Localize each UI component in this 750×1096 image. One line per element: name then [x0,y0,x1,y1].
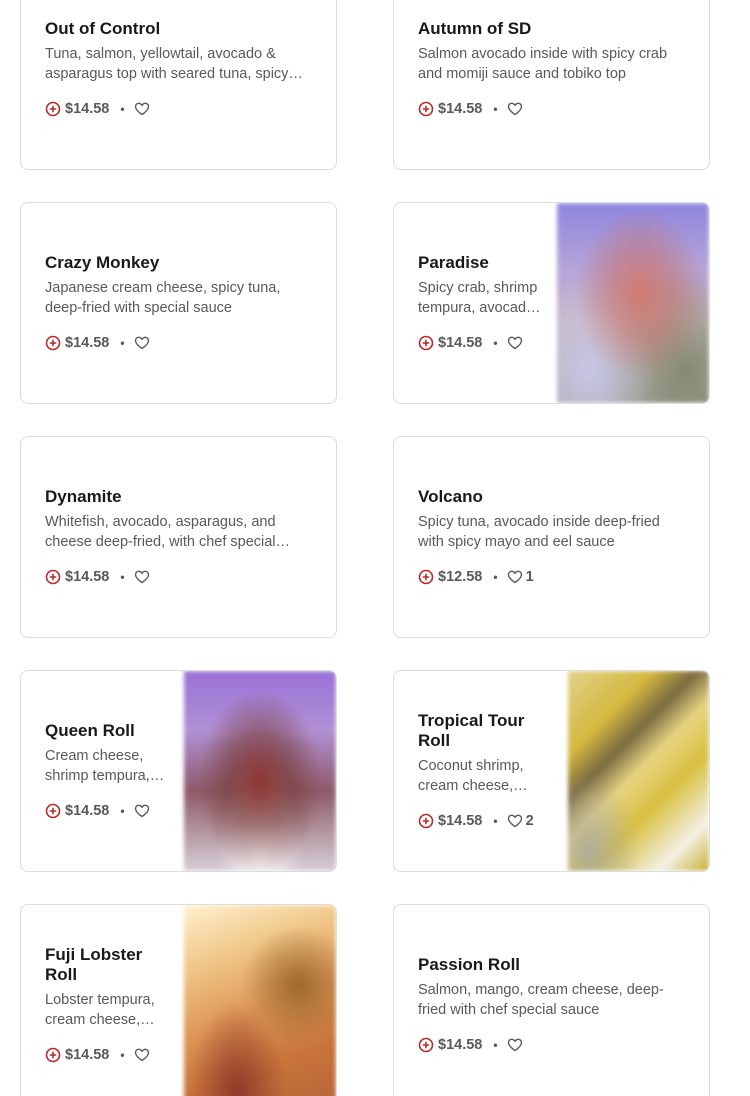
add-to-cart-icon[interactable] [418,335,434,351]
separator-dot: • [493,570,498,584]
menu-item-meta: $14.58 • [45,1045,170,1065]
menu-item-description: Coconut shrimp, cream cheese, mango on t… [418,758,524,794]
menu-item-price: $14.58 [65,335,110,351]
menu-item-price: $14.58 [438,335,483,351]
separator-dot: • [493,336,498,350]
like-heart-icon[interactable] [134,335,150,351]
menu-item-meta: $14.58 • [418,99,689,119]
menu-item-price: $14.58 [65,803,110,819]
separator-dot: • [120,804,125,818]
menu-item-meta: $14.58 • [45,99,316,119]
menu-item-name: Queen Roll [45,721,135,740]
add-to-cart-icon[interactable] [45,803,61,819]
add-to-cart-icon[interactable] [45,101,61,117]
menu-item-card-passion-roll[interactable]: Passion Roll Salmon, mango, cream cheese… [393,904,710,1096]
menu-item-info: Tropical Tour Roll Coconut shrimp, cream… [394,671,568,871]
menu-item-name: Fuji Lobster Roll [45,945,143,984]
add-to-cart-icon[interactable] [418,813,434,829]
menu-item-description: Spicy tuna, avocado inside deep-fried wi… [418,514,660,550]
like-heart-icon[interactable] [134,1047,150,1063]
separator-dot: • [120,102,125,116]
menu-item-card-out-of-control[interactable]: Out of Control Tuna, salmon, yellowtail,… [20,0,337,170]
menu-item-name: Tropical Tour Roll [418,711,525,750]
add-to-cart-icon[interactable] [418,1037,434,1053]
separator-dot: • [493,814,498,828]
menu-item-description: Salmon, mango, cream cheese, deep-fried … [418,982,664,1018]
menu-item-price: $14.58 [65,569,110,585]
menu-item-description: Spicy crab, shrimp tempura, avocado insi… [418,280,538,316]
menu-item-info: Queen Roll Cream cheese, shrimp tempura,… [21,671,184,871]
menu-item-name: Paradise [418,253,489,272]
menu-item-card-autumn-of-sd[interactable]: Autumn of SD Salmon avocado inside with … [393,0,710,170]
menu-item-name: Out of Control [45,19,161,38]
menu-item-name: Crazy Monkey [45,253,160,272]
menu-item-meta: $14.58 • [418,1035,689,1055]
menu-item-meta: $12.58 • 1 [418,567,689,587]
like-count: 1 [525,569,534,585]
menu-item-name: Dynamite [45,487,122,506]
menu-item-meta: $14.58 • 2 [418,811,554,831]
menu-item-info: Autumn of SD Salmon avocado inside with … [394,0,709,169]
menu-item-info: Dynamite Whitefish, avocado, asparagus, … [21,437,336,637]
tropical-tour-roll-photo [568,671,709,871]
menu-item-name: Autumn of SD [418,19,532,38]
add-to-cart-icon[interactable] [45,1047,61,1063]
menu-item-info: Passion Roll Salmon, mango, cream cheese… [394,905,709,1096]
menu-item-price: $12.58 [438,569,483,585]
menu-item-price: $14.58 [438,1037,483,1053]
separator-dot: • [493,1038,498,1052]
like-heart-icon[interactable] [134,803,150,819]
like-heart-icon[interactable] [507,813,523,829]
separator-dot: • [120,336,125,350]
menu-item-info: Paradise Spicy crab, shrimp tempura, avo… [394,203,557,403]
menu-item-price: $14.58 [65,101,110,117]
like-heart-icon[interactable] [134,101,150,117]
menu-item-description: Salmon avocado inside with spicy crab an… [418,46,668,82]
menu-item-meta: $14.58 • [45,567,316,587]
menu-item-card-dynamite[interactable]: Dynamite Whitefish, avocado, asparagus, … [20,436,337,638]
menu-item-card-fuji-lobster-roll[interactable]: Fuji Lobster Roll Lobster tempura, cream… [20,904,337,1096]
like-heart-icon[interactable] [134,569,150,585]
menu-item-description: Lobster tempura, cream cheese, avocado i… [45,992,155,1028]
menu-item-description: Japanese cream cheese, spicy tuna, deep-… [45,280,281,316]
menu-item-price: $14.58 [65,1047,110,1063]
menu-item-price: $14.58 [438,101,483,117]
add-to-cart-icon[interactable] [45,569,61,585]
menu-item-card-queen-roll[interactable]: Queen Roll Cream cheese, shrimp tempura,… [20,670,337,872]
add-to-cart-icon[interactable] [418,101,434,117]
separator-dot: • [120,1048,125,1062]
menu-item-card-volcano[interactable]: Volcano Spicy tuna, avocado inside deep-… [393,436,710,638]
menu-item-meta: $14.58 • [45,801,170,821]
menu-item-description: Tuna, salmon, yellowtail, avocado & aspa… [45,46,289,82]
menu-items-grid: Out of Control Tuna, salmon, yellowtail,… [0,0,750,1096]
separator-dot: • [493,102,498,116]
queen-roll-photo [184,671,336,871]
menu-item-info: Out of Control Tuna, salmon, yellowtail,… [21,0,336,169]
menu-item-name: Passion Roll [418,955,521,974]
menu-item-description: Whitefish, avocado, asparagus, and chees… [45,514,276,550]
menu-item-name: Volcano [418,487,483,506]
menu-item-card-tropical-tour-roll[interactable]: Tropical Tour Roll Coconut shrimp, cream… [393,670,710,872]
menu-item-price: $14.58 [438,813,483,829]
menu-item-info: Crazy Monkey Japanese cream cheese, spic… [21,203,336,403]
like-count: 2 [525,813,534,829]
like-heart-icon[interactable] [507,1037,523,1053]
menu-item-description: Cream cheese, shrimp tempura, avocado in… [45,748,150,784]
fuji-lobster-roll-photo [184,905,336,1096]
like-heart-icon[interactable] [507,335,523,351]
menu-item-info: Volcano Spicy tuna, avocado inside deep-… [394,437,709,637]
menu-item-card-crazy-monkey[interactable]: Crazy Monkey Japanese cream cheese, spic… [20,202,337,404]
paradise-roll-photo [557,203,709,403]
add-to-cart-icon[interactable] [45,335,61,351]
add-to-cart-icon[interactable] [418,569,434,585]
menu-item-info: Fuji Lobster Roll Lobster tempura, cream… [21,905,184,1096]
menu-item-meta: $14.58 • [45,333,316,353]
like-heart-icon[interactable] [507,101,523,117]
like-heart-icon[interactable] [507,569,523,585]
menu-item-meta: $14.58 • [418,333,543,353]
separator-dot: • [120,570,125,584]
menu-item-card-paradise[interactable]: Paradise Spicy crab, shrimp tempura, avo… [393,202,710,404]
